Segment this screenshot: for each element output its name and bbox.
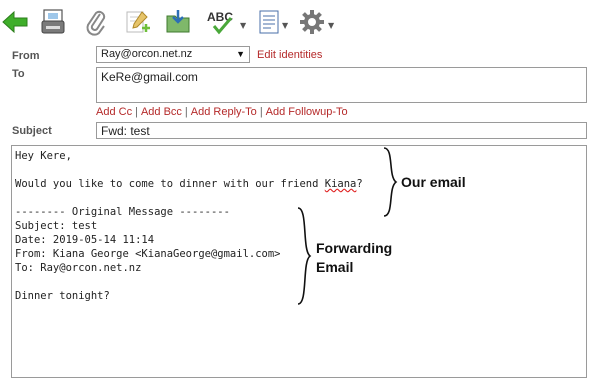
original-body: Dinner tonight? — [15, 290, 110, 302]
format-button[interactable]: ▼ — [258, 6, 288, 38]
separator: | — [184, 106, 188, 118]
signature-icon — [126, 11, 150, 33]
our-email-brace — [383, 147, 398, 217]
chevron-down-icon: ▼ — [236, 49, 245, 59]
from-value: Ray@orcon.net.nz — [101, 48, 193, 60]
forwarding-annotation-line2: Email — [316, 259, 354, 275]
document-format-icon — [259, 10, 279, 34]
forwarding-annotation-line1: Forwarding — [316, 240, 393, 256]
save-button[interactable] — [164, 6, 192, 38]
spellcheck-dropdown-icon[interactable]: ▼ — [240, 21, 246, 30]
to-value: KeRe@gmail.com — [101, 70, 198, 84]
attach-button[interactable] — [84, 6, 108, 38]
to-field[interactable]: KeRe@gmail.com — [96, 67, 587, 103]
separator: | — [259, 106, 263, 118]
subject-label: Subject — [12, 125, 52, 137]
add-followup-to-link[interactable]: Add Followup-To — [266, 106, 348, 118]
spellcheck-button[interactable]: ABC ▼ — [206, 6, 246, 38]
invite-line-end: ? — [356, 178, 363, 190]
back-arrow-icon — [2, 11, 28, 33]
add-bcc-link[interactable]: Add Bcc — [141, 106, 182, 118]
edit-identities-link[interactable]: Edit identities — [257, 49, 322, 61]
format-dropdown-icon[interactable]: ▼ — [282, 21, 288, 30]
options-button[interactable]: ▼ — [298, 6, 334, 38]
invite-line-start: Would you like to come to dinner with ou… — [15, 178, 325, 190]
subject-value: Fwd: test — [101, 124, 150, 138]
options-dropdown-icon[interactable]: ▼ — [328, 21, 334, 30]
back-button[interactable] — [2, 6, 28, 38]
toolbar: ABC ▼ ▼ ▼ — [0, 0, 589, 44]
spellcheck-icon: ABC — [207, 10, 233, 35]
subject-field[interactable]: Fwd: test — [96, 122, 587, 139]
send-button[interactable] — [40, 6, 66, 38]
signature-button[interactable] — [124, 6, 152, 38]
from-select[interactable]: Ray@orcon.net.nz ▼ — [96, 46, 250, 63]
original-to: To: Ray@orcon.net.nz — [15, 262, 142, 274]
forwarding-email-annotation: Forwarding Email — [316, 239, 392, 277]
original-date: Date: 2019-05-14 11:14 — [15, 234, 155, 246]
gear-icon — [300, 10, 324, 34]
separator: | — [135, 106, 138, 118]
greeting-line: Hey Kere, — [15, 150, 72, 162]
original-subject: Subject: test — [15, 220, 98, 232]
from-label: From — [12, 50, 40, 62]
send-icon — [41, 9, 65, 34]
forwarding-email-brace — [297, 207, 312, 305]
paperclip-icon — [86, 10, 106, 36]
our-email-annotation: Our email — [401, 174, 466, 190]
misspelled-word: Kiana — [324, 178, 357, 190]
original-from: From: Kiana George <KianaGeorge@gmail.co… — [15, 248, 281, 260]
add-cc-link[interactable]: Add Cc — [96, 106, 132, 118]
to-label: To — [12, 68, 25, 80]
save-icon — [166, 10, 190, 33]
original-message-header: -------- Original Message -------- — [15, 206, 230, 218]
add-reply-to-link[interactable]: Add Reply-To — [191, 106, 257, 118]
add-header-links: Add Cc | Add Bcc | Add Reply-To | Add Followup… — [96, 106, 348, 118]
